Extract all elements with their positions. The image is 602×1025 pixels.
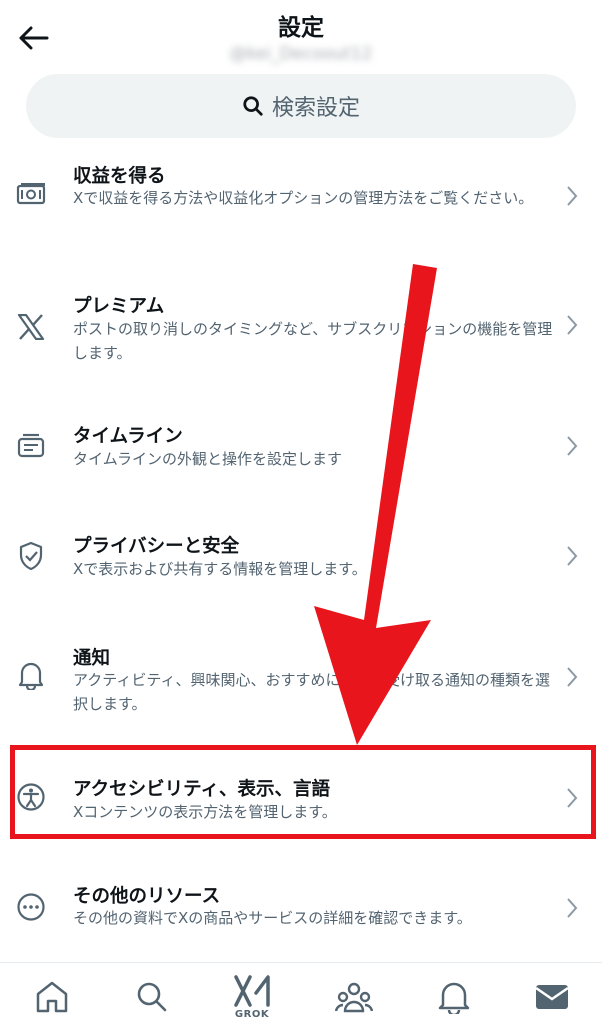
bell-icon — [438, 982, 470, 1014]
menu-item-premium[interactable]: プレミアム ポストの取り消しのタイミングなど、サブスクリプションの機能を管理しま… — [0, 270, 602, 390]
nav-communities[interactable] — [332, 975, 376, 1019]
nav-notifications[interactable] — [432, 975, 476, 1019]
settings-header: 設定 @kei_Decoout12 検索設定 — [0, 0, 602, 150]
grok-label: GROK — [234, 1009, 270, 1020]
menu-item-description: アクティビティ、興味関心、おすすめについて受け取る通知の種類を選択します。 — [73, 671, 551, 713]
menu-item-monetization[interactable]: 収益を得る Xで収益を得る方法や収益化オプションの管理方法をご覧ください。 — [0, 150, 602, 262]
chevron-right-icon — [562, 433, 582, 459]
grok-icon — [234, 975, 270, 1007]
monetization-icon — [14, 177, 48, 211]
shield-icon — [14, 539, 48, 573]
home-icon — [36, 981, 68, 1013]
bell-icon — [14, 658, 48, 692]
nav-messages[interactable] — [530, 975, 574, 1019]
communities-icon — [335, 982, 373, 1013]
menu-item-notifications[interactable]: 通知 アクティビティ、興味関心、おすすめについて受け取る通知の種類を選択します。 — [0, 630, 602, 730]
highlight-box — [10, 745, 596, 839]
search-label: 検索設定 — [271, 96, 360, 121]
menu-item-title: 収益を得る — [73, 166, 166, 187]
search-icon — [137, 982, 167, 1012]
menu-item-timeline[interactable]: タイムライン タイムラインの外観と操作を設定します — [0, 400, 602, 500]
chevron-right-icon — [562, 543, 582, 569]
menu-item-privacy[interactable]: プライバシーと安全 Xで表示および共有する情報を管理します。 — [0, 520, 602, 610]
more-icon — [14, 890, 48, 924]
bottom-navigation — [0, 962, 602, 1025]
menu-item-description: Xで表示および共有する情報を管理します。 — [73, 560, 367, 578]
menu-item-description: Xで収益を得る方法や収益化オプションの管理方法をご覧ください。 — [73, 189, 534, 207]
timeline-icon — [14, 429, 48, 463]
menu-item-description: その他の資料でXの商品やサービスの詳細を確認できます。 — [73, 909, 472, 927]
nav-home[interactable] — [30, 975, 74, 1019]
menu-item-title: その他のリソース — [73, 886, 221, 907]
envelope-icon — [535, 985, 569, 1009]
chevron-right-icon — [562, 312, 582, 338]
chevron-right-icon — [562, 895, 582, 921]
account-handle: @kei_Decoout12 — [229, 44, 373, 64]
chevron-right-icon — [562, 664, 582, 690]
chevron-right-icon — [562, 183, 582, 209]
menu-item-title: プレミアム — [73, 296, 165, 317]
x-logo-icon — [14, 310, 48, 344]
menu-item-title: タイムライン — [73, 426, 183, 447]
nav-search[interactable] — [130, 975, 174, 1019]
menu-item-title: 通知 — [73, 648, 111, 669]
menu-item-title: プライバシーと安全 — [73, 536, 240, 557]
menu-item-resources[interactable]: その他のリソース その他の資料でXの商品やサービスの詳細を確認できます。 — [0, 868, 602, 954]
search-icon — [243, 96, 263, 116]
page-title: 設定 — [278, 15, 324, 41]
menu-item-description: タイムラインの外観と操作を設定します — [73, 450, 342, 468]
search-settings-bar[interactable]: 検索設定 — [26, 74, 576, 138]
nav-grok[interactable] — [230, 969, 274, 1013]
menu-item-description: ポストの取り消しのタイミングなど、サブスクリプションの機能を管理します。 — [73, 320, 553, 362]
